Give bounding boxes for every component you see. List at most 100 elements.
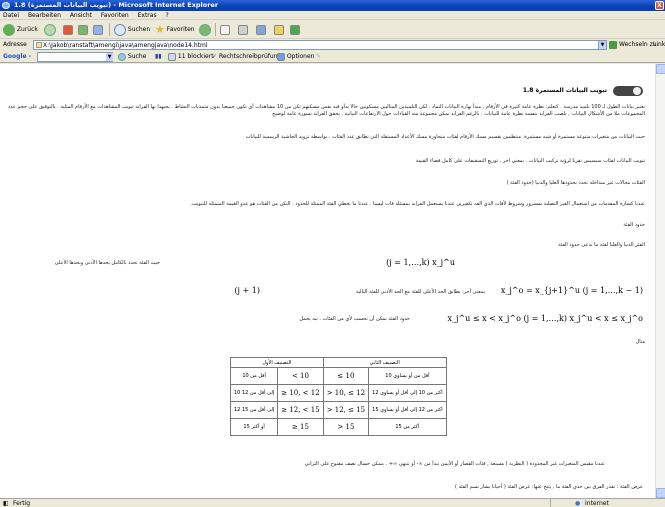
refresh-button[interactable] — [78, 23, 88, 36]
address-dropdown-button[interactable]: ▼ — [598, 40, 607, 50]
options-button[interactable]: Optionen — [277, 51, 314, 63]
classification-table: التصنيف الأول التصنيف الثاني أقل من 10 <… — [229, 357, 447, 436]
menu-favoriten[interactable]: Favoriten — [101, 12, 129, 19]
window-titlebar: 1.8 (تبويب البيانات المستمرة) - Microsof… — [0, 0, 665, 11]
history-button[interactable] — [199, 23, 211, 36]
table-cell: 15 أو أكثر — [229, 418, 279, 436]
table-cell: أقل من أو يساوي 10 — [368, 367, 447, 385]
table-cell: ≥ 12, < 15 — [277, 401, 324, 419]
scroll-up-button[interactable] — [656, 64, 665, 74]
search-icon — [114, 23, 126, 36]
table-cell: > 15 — [322, 418, 370, 436]
math-limit-relation: x_j^o = x_{j+1}^u (j = 1,…,k − 1) — [500, 286, 643, 295]
scroll-down-button[interactable] — [656, 488, 665, 498]
home-button[interactable] — [93, 23, 103, 36]
messenger-icon — [290, 24, 300, 35]
table-header-first: التصنيف الأول — [230, 357, 324, 368]
google-logo[interactable]: Google - — [3, 51, 31, 63]
discuss-button[interactable] — [274, 23, 284, 36]
zone-text: Internet — [585, 500, 609, 507]
menu-bar: Datei Bearbeiten Ansicht Favoriten Extra… — [0, 11, 665, 20]
table-cell: ≥ 15 — [277, 418, 324, 436]
stop-icon — [63, 24, 73, 35]
paragraph-class-def: حيث الفئة تحدد بالكامل بحدها الأدنى وبحد… — [54, 260, 160, 266]
math-j-plus-one: (j + 1) — [234, 286, 260, 295]
highlight-icon[interactable]: ✎ — [316, 51, 321, 63]
status-done-icon: ◧ — [3, 500, 9, 507]
window-title: 1.8 (تبويب البيانات المستمرة) - Microsof… — [14, 1, 219, 9]
table-cell: < 10 — [277, 367, 324, 385]
paragraph-reasons: عندنا كسارة المقدمات من استعمال الفير ال… — [190, 201, 645, 207]
home-icon — [93, 24, 103, 35]
table-cell: أقل من 10 — [229, 367, 279, 385]
favorites-button[interactable]: ★ Favoriten — [155, 23, 195, 36]
section-title: 1.8 تبويب البيانات المستمرة — [522, 87, 607, 94]
popup-blocker-icon — [168, 52, 176, 61]
table-cell: > 12, ≤ 15 — [322, 401, 370, 419]
pagerank-icon[interactable]: ▮▮ — [155, 51, 162, 63]
paragraph-intro: نعتبر بيانات الطول لـ 100 تلميذ مدرسة . … — [7, 104, 645, 117]
table-cell: ≥ 10, < 12 — [277, 384, 324, 402]
mail-icon — [220, 24, 230, 35]
history-icon — [199, 23, 211, 36]
paragraph-continuous: حيث البيانات من متغيرات متنوعة مستمرة أو… — [245, 134, 645, 140]
address-label: Adresse — [3, 41, 27, 48]
messenger-button[interactable] — [290, 23, 300, 36]
table-row: 12 إلى أقل من 15 ≥ 12, < 15 > 12, ≤ 15 أ… — [229, 401, 447, 419]
google-search-icon — [118, 52, 126, 61]
popup-blocker-button[interactable]: 11 blockiert — [168, 51, 214, 63]
table-row: 15 أو أكثر ≥ 15 > 15 أكثر من 15 — [229, 418, 447, 436]
math-interval: x_j^u ≤ x < x_j^o (j = 1,…,k) x_j^u < x … — [447, 314, 643, 323]
example-label: مثال — [635, 339, 645, 345]
table-cell: ≤ 10 — [322, 367, 370, 385]
table-cell: > 10, ≤ 12 — [322, 384, 370, 402]
mail-button[interactable] — [220, 23, 230, 36]
stop-button[interactable] — [63, 23, 73, 36]
menu-help[interactable]: ? — [166, 12, 169, 19]
table-header-row: التصنيف الأول التصنيف الثاني — [230, 357, 447, 368]
paragraph-classes: الفئات مجالات غير متداخلة تحدد بحدودها ا… — [506, 180, 645, 186]
paragraph-grouping: تبويب البيانات لفئات سيسيس نقرنا لرؤية ت… — [415, 158, 645, 164]
menu-ansicht[interactable]: Ansicht — [70, 12, 92, 19]
menu-extras[interactable]: Extras — [138, 12, 157, 19]
menu-datei[interactable]: Datei — [3, 12, 19, 19]
google-dropdown-button[interactable]: ▼ — [106, 53, 113, 61]
edit-icon — [256, 24, 266, 35]
address-input[interactable]: X:\Jakob\ranstaft\amengi\java\amengjava\… — [33, 40, 599, 50]
google-search-input[interactable] — [37, 52, 113, 62]
print-icon — [238, 24, 248, 35]
page-icon — [36, 42, 42, 48]
go-arrow-icon[interactable] — [609, 41, 617, 49]
section-heading: 1.8 تبويب البيانات المستمرة — [523, 84, 643, 98]
refresh-icon — [78, 24, 88, 35]
close-window-button[interactable]: X — [655, 1, 664, 10]
edit-button[interactable] — [256, 23, 266, 36]
table-cell: 10 إلى أقل من 12 — [229, 384, 279, 402]
back-arrow-icon — [3, 23, 15, 36]
paragraph-interval: حدود الفئة بمكن أن تحسب لأي من الفئات . … — [299, 316, 410, 322]
heading-knob-icon — [633, 87, 641, 95]
print-button[interactable] — [238, 23, 248, 36]
google-search-button[interactable]: Suche — [118, 51, 146, 63]
status-bar: ◧ Fertig ● Internet — [0, 498, 665, 507]
status-text: Fertig — [13, 500, 31, 507]
spellcheck-button[interactable]: ✓ Rechtschreibprüfung — [212, 51, 281, 63]
table-cell: أكثر من 12 إلى أقل أو يساوي 15 — [368, 401, 447, 419]
toolbar-separator — [109, 23, 110, 36]
links-button[interactable]: Links — [653, 40, 665, 50]
vertical-scrollbar[interactable] — [655, 64, 665, 498]
toolbar-separator — [215, 23, 216, 36]
go-button[interactable]: Wechseln zu — [619, 40, 657, 50]
paragraph-upper-lower: بمعنى آخر: بطابق الحد الأعلى للفئة مع ال… — [355, 289, 485, 295]
forward-button[interactable] — [44, 23, 56, 36]
menu-bearbeiten[interactable]: Bearbeiten — [28, 12, 61, 19]
options-icon — [277, 52, 285, 61]
table-cell: أكثر من 15 — [368, 418, 447, 436]
internet-zone-icon: ● — [575, 500, 581, 507]
search-button[interactable]: Suchen — [114, 23, 150, 36]
subheading-class-limits: حدود الفئة — [623, 222, 645, 228]
back-button[interactable]: Zurück — [3, 23, 38, 36]
math-class-index: (j = 1,…,k) x_j^u — [386, 258, 455, 267]
spellcheck-icon: ✓ — [212, 53, 218, 60]
paragraph-open-classes: عندنا مقيس المتغيرات غير المحدودة ( النظ… — [304, 461, 605, 467]
